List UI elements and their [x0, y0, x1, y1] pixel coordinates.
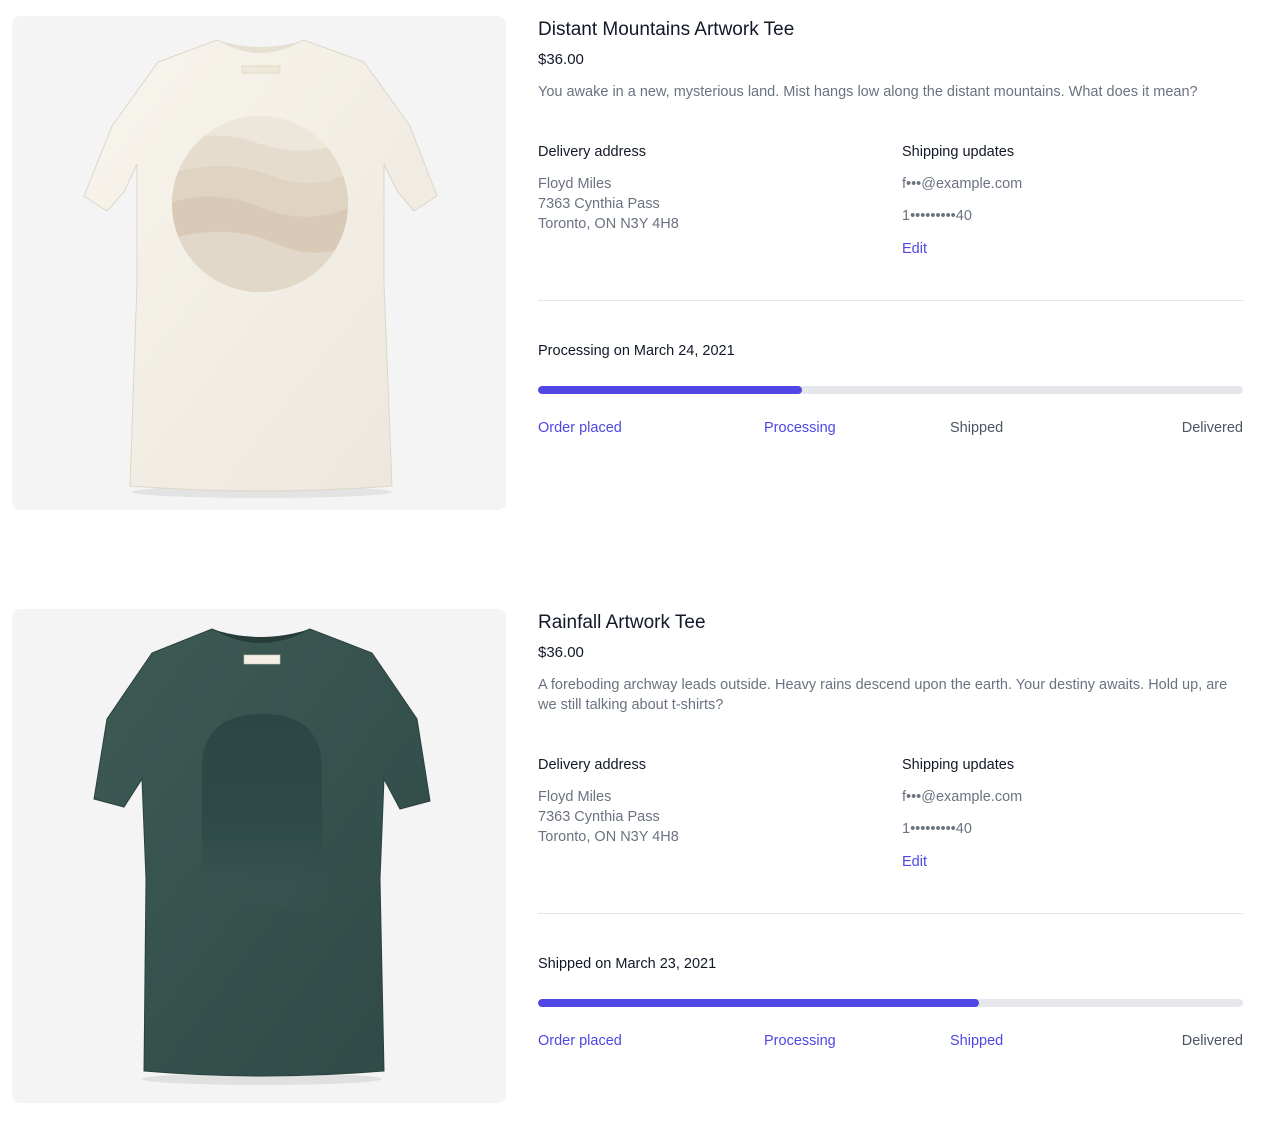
shipping-updates-heading: Shipping updates: [902, 144, 1015, 160]
product-description: You awake in a new, mysterious land. Mis…: [538, 84, 1198, 100]
product-price: $36.00: [538, 51, 584, 68]
tshirt-image-green: [93, 628, 431, 1085]
step-delivered: Delivered: [1181, 1033, 1243, 1049]
shipping-phone: 1•••••••••40: [902, 208, 972, 224]
step-delivered: Delivered: [1181, 420, 1243, 436]
delivery-address-heading: Delivery address: [538, 144, 646, 160]
delivery-address-heading: Delivery address: [538, 757, 646, 773]
step-order-placed: Order placed: [538, 420, 622, 436]
step-order-placed: Order placed: [538, 1033, 622, 1049]
progress-fill: [538, 386, 803, 394]
product-title[interactable]: Distant Mountains Artwork Tee: [538, 19, 794, 41]
order-status: Processing on March 24, 2021: [538, 343, 735, 359]
order-card: Distant Mountains Artwork Tee $36.00 You…: [0, 16, 1278, 516]
product-image[interactable]: [12, 16, 506, 510]
delivery-city: Toronto, ON N3Y 4H8: [538, 829, 679, 845]
progress-fill: [538, 999, 979, 1007]
step-shipped: Shipped: [950, 420, 1004, 436]
product-description: A foreboding archway leads outside. Heav…: [538, 677, 1228, 713]
divider: [538, 300, 1243, 301]
shipping-email: f•••@example.com: [902, 176, 1023, 192]
edit-shipping-link[interactable]: Edit: [902, 241, 927, 257]
product-image[interactable]: [12, 609, 506, 1103]
shipping-updates-heading: Shipping updates: [902, 757, 1015, 773]
tshirt-image-cream: [83, 39, 438, 498]
shipping-email: f•••@example.com: [902, 789, 1023, 805]
product-title[interactable]: Rainfall Artwork Tee: [538, 612, 706, 634]
order-card: Rainfall Artwork Tee $36.00 A foreboding…: [0, 609, 1278, 1109]
delivery-city: Toronto, ON N3Y 4H8: [538, 216, 679, 232]
progress-track: [538, 999, 1243, 1007]
delivery-name: Floyd Miles: [538, 176, 612, 192]
delivery-street: 7363 Cynthia Pass: [538, 196, 660, 212]
edit-shipping-link[interactable]: Edit: [902, 854, 927, 870]
step-shipped: Shipped: [950, 1033, 1004, 1049]
shipping-phone: 1•••••••••40: [902, 821, 972, 837]
product-price: $36.00: [538, 644, 584, 661]
delivery-name: Floyd Miles: [538, 789, 612, 805]
divider: [538, 913, 1243, 914]
step-processing: Processing: [764, 1033, 836, 1049]
step-processing: Processing: [764, 420, 836, 436]
order-status: Shipped on March 23, 2021: [538, 956, 717, 972]
progress-track: [538, 386, 1243, 394]
delivery-street: 7363 Cynthia Pass: [538, 809, 660, 825]
